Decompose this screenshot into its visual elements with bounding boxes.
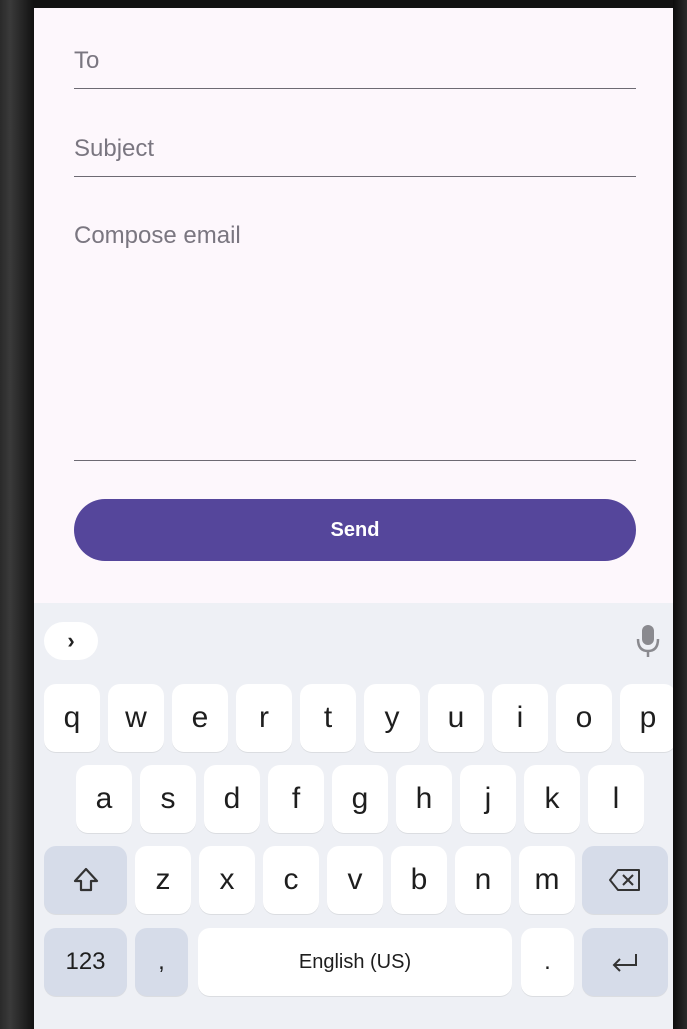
subject-field[interactable]: Subject bbox=[74, 126, 636, 177]
key-a[interactable]: a bbox=[76, 765, 132, 833]
enter-icon bbox=[612, 954, 637, 972]
key-w[interactable]: w bbox=[108, 684, 164, 752]
key-m[interactable]: m bbox=[519, 846, 575, 914]
key-y[interactable]: y bbox=[364, 684, 420, 752]
screen: To Subject Compose email Send › qwertyui… bbox=[34, 8, 673, 1029]
key-x[interactable]: x bbox=[199, 846, 255, 914]
to-field[interactable]: To bbox=[74, 38, 636, 89]
backspace-key[interactable] bbox=[582, 846, 668, 914]
key-u[interactable]: u bbox=[428, 684, 484, 752]
key-s[interactable]: s bbox=[140, 765, 196, 833]
to-placeholder: To bbox=[74, 47, 100, 74]
key-e[interactable]: e bbox=[172, 684, 228, 752]
key-r[interactable]: r bbox=[236, 684, 292, 752]
key-f[interactable]: f bbox=[268, 765, 324, 833]
device-bezel-left bbox=[0, 0, 34, 1029]
key-o[interactable]: o bbox=[556, 684, 612, 752]
key-l[interactable]: l bbox=[588, 765, 644, 833]
backspace-icon bbox=[609, 869, 640, 891]
key-b[interactable]: b bbox=[391, 846, 447, 914]
comma-key[interactable]: , bbox=[135, 928, 188, 996]
microphone-icon[interactable] bbox=[634, 623, 662, 659]
key-j[interactable]: j bbox=[460, 765, 516, 833]
device-frame: To Subject Compose email Send › qwertyui… bbox=[0, 0, 687, 1029]
key-v[interactable]: v bbox=[327, 846, 383, 914]
key-k[interactable]: k bbox=[524, 765, 580, 833]
key-n[interactable]: n bbox=[455, 846, 511, 914]
key-z[interactable]: z bbox=[135, 846, 191, 914]
key-i[interactable]: i bbox=[492, 684, 548, 752]
subject-placeholder: Subject bbox=[74, 135, 155, 162]
key-t[interactable]: t bbox=[300, 684, 356, 752]
key-h[interactable]: h bbox=[396, 765, 452, 833]
period-key[interactable]: . bbox=[521, 928, 574, 996]
send-button[interactable]: Send bbox=[74, 499, 636, 561]
key-d[interactable]: d bbox=[204, 765, 260, 833]
chevron-right-icon[interactable]: › bbox=[44, 622, 98, 660]
numbers-key[interactable]: 123 bbox=[44, 928, 127, 996]
compose-body-placeholder: Compose email bbox=[74, 222, 241, 249]
enter-key[interactable] bbox=[582, 928, 668, 996]
device-bezel-right bbox=[673, 0, 687, 1029]
compose-body-field[interactable]: Compose email bbox=[74, 212, 636, 461]
shift-icon bbox=[73, 867, 98, 892]
key-c[interactable]: c bbox=[263, 846, 319, 914]
key-g[interactable]: g bbox=[332, 765, 388, 833]
soft-keyboard: › qwertyuiop asdfghjkl zxcvbnm 123 , Eng… bbox=[34, 603, 673, 1029]
space-bar[interactable]: English (US) bbox=[198, 928, 512, 996]
key-p[interactable]: p bbox=[620, 684, 673, 752]
key-q[interactable]: q bbox=[44, 684, 100, 752]
shift-key[interactable] bbox=[44, 846, 127, 914]
